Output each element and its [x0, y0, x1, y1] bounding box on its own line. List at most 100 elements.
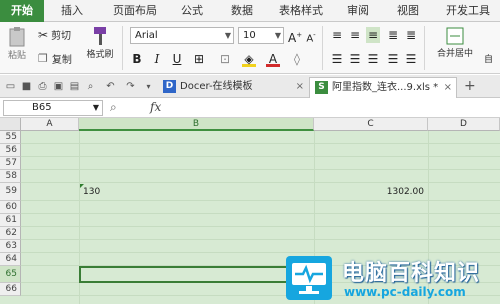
- row-cells[interactable]: [21, 170, 500, 183]
- save-icon[interactable]: ■: [20, 80, 33, 93]
- active-cell-selection[interactable]: [79, 266, 315, 283]
- distributed-icon[interactable]: ☰: [404, 51, 418, 67]
- clear-format-icon[interactable]: ◊: [290, 51, 304, 67]
- row-cells[interactable]: [21, 227, 500, 240]
- align-right-icon[interactable]: ☰: [366, 51, 380, 67]
- font-size-dropdown[interactable]: 10 ▼: [238, 27, 284, 44]
- row-header[interactable]: 58: [0, 170, 21, 183]
- column-header-c[interactable]: C: [314, 118, 428, 131]
- tab-page-layout[interactable]: 页面布局: [104, 0, 166, 22]
- monitor-logo-icon: [286, 256, 332, 300]
- formula-input[interactable]: [172, 100, 498, 116]
- bold-icon[interactable]: B: [130, 51, 144, 67]
- row-cells[interactable]: [21, 201, 500, 214]
- new-tab-button[interactable]: +: [464, 78, 476, 94]
- undo-icon[interactable]: ↶: [104, 80, 117, 93]
- table-row: 57: [0, 157, 500, 170]
- export-icon[interactable]: ▤: [68, 80, 81, 93]
- table-row: 58: [0, 170, 500, 183]
- table-row: 62: [0, 227, 500, 240]
- table-row: 59 130 1302.00: [0, 183, 500, 201]
- tab-developer[interactable]: 开发工具: [436, 0, 500, 22]
- row-header[interactable]: 63: [0, 240, 21, 253]
- row-cells[interactable]: [21, 214, 500, 227]
- format-painter-label: 格式刷: [86, 50, 114, 60]
- name-box[interactable]: B65 ▼: [3, 100, 103, 116]
- italic-icon[interactable]: I: [150, 51, 164, 67]
- cut-label: 剪切: [51, 31, 72, 42]
- insert-function-button[interactable]: fx: [150, 100, 161, 114]
- ribbon-tab-bar: 开始 插入 页面布局 公式 数据 表格样式 审阅 视图 开发工具: [0, 0, 500, 22]
- tab-home[interactable]: 开始: [0, 0, 44, 22]
- table-row: 60: [0, 201, 500, 214]
- tab-insert[interactable]: 插入: [52, 0, 92, 22]
- tab-data[interactable]: 数据: [222, 0, 262, 22]
- tab-view[interactable]: 视图: [388, 0, 428, 22]
- ribbon-toolbar: 粘贴 ✂ 剪切 ❐ 复制 格式刷 Arial ▼ 10 ▼ A+ A- B I …: [0, 22, 500, 74]
- borders-icon[interactable]: ⊞: [192, 51, 206, 67]
- row-header[interactable]: 57: [0, 157, 21, 170]
- chevron-down-icon: ▼: [274, 31, 281, 40]
- name-box-value: B65: [32, 102, 52, 113]
- align-middle-icon[interactable]: ≡: [348, 27, 362, 43]
- align-bottom-icon[interactable]: ≡: [366, 27, 380, 43]
- justify-icon[interactable]: ☰: [386, 51, 400, 67]
- row-header[interactable]: 56: [0, 144, 21, 157]
- spellcheck-icon[interactable]: ⌕: [84, 80, 97, 93]
- column-header-d[interactable]: D: [428, 118, 500, 131]
- close-icon[interactable]: ×: [296, 77, 304, 96]
- cut-button[interactable]: ✂ 剪切: [38, 27, 72, 43]
- align-left-icon[interactable]: ☰: [330, 51, 344, 67]
- row-header[interactable]: 60: [0, 201, 21, 214]
- tab-docer-templates[interactable]: D Docer-在线模板 ×: [158, 77, 308, 98]
- close-icon[interactable]: ×: [444, 78, 452, 97]
- redo-icon[interactable]: ↷: [124, 80, 137, 93]
- underline-icon[interactable]: U: [170, 51, 184, 67]
- align-center-icon[interactable]: ☰: [348, 51, 362, 67]
- tab-formulas[interactable]: 公式: [172, 0, 212, 22]
- paste-button[interactable]: 粘贴: [4, 26, 30, 61]
- file-icon[interactable]: ▭: [4, 80, 17, 93]
- print-preview-icon[interactable]: ▣: [52, 80, 65, 93]
- row-header[interactable]: 59: [0, 183, 21, 201]
- merge-center-button[interactable]: 合并居中: [430, 26, 480, 59]
- orientation-icon[interactable]: ≣: [386, 27, 400, 43]
- cell-b59[interactable]: 130: [83, 183, 100, 201]
- copy-label: 复制: [51, 55, 72, 66]
- row-cells[interactable]: 130 1302.00: [21, 183, 500, 201]
- row-cells[interactable]: [21, 131, 500, 144]
- tab-table-style[interactable]: 表格样式: [270, 0, 332, 22]
- font-name-dropdown[interactable]: Arial ▼: [130, 27, 234, 44]
- row-header[interactable]: 66: [0, 283, 21, 296]
- tab-spreadsheet-file[interactable]: S 阿里指数_连衣...9.xls * ×: [309, 77, 457, 98]
- customize-icon[interactable]: ▾: [142, 80, 155, 93]
- row-header[interactable]: 61: [0, 214, 21, 227]
- chevron-down-icon: ▼: [224, 31, 231, 40]
- cell-style-icon[interactable]: ⊡: [218, 51, 232, 67]
- tab-review[interactable]: 审阅: [338, 0, 378, 22]
- row-header[interactable]: 64: [0, 253, 21, 266]
- quick-access-bar: ▭ ■ ⎙ ▣ ▤ ⌕ ↶ ↷ ▾ D Docer-在线模板 × S 阿里指数_…: [0, 75, 500, 98]
- column-header-b[interactable]: B: [79, 118, 314, 131]
- format-painter-button[interactable]: 格式刷: [83, 25, 117, 60]
- decrease-font-icon[interactable]: A-: [304, 27, 318, 44]
- row-cells[interactable]: [21, 157, 500, 170]
- row-cells[interactable]: [21, 144, 500, 157]
- font-color-icon[interactable]: A: [266, 51, 280, 67]
- column-header-a[interactable]: A: [21, 118, 79, 131]
- zoom-icon[interactable]: ⌕: [110, 100, 117, 115]
- row-header[interactable]: 55: [0, 131, 21, 144]
- watermark-title: 电脑百科知识: [342, 261, 481, 286]
- wrap-text-icon[interactable]: ≣: [404, 27, 418, 43]
- row-header[interactable]: 62: [0, 227, 21, 240]
- cell-c59[interactable]: 1302.00: [354, 183, 424, 201]
- print-icon[interactable]: ⎙: [36, 80, 49, 93]
- more-button[interactable]: 自: [484, 52, 493, 65]
- select-all-corner[interactable]: [0, 118, 21, 131]
- copy-button[interactable]: ❐ 复制: [38, 51, 72, 66]
- align-top-icon[interactable]: ≡: [330, 27, 344, 43]
- increase-font-icon[interactable]: A+: [288, 27, 302, 45]
- fill-color-icon[interactable]: ◈: [242, 51, 256, 67]
- row-header-selected[interactable]: 65: [0, 266, 21, 283]
- ribbon-divider: [122, 26, 123, 70]
